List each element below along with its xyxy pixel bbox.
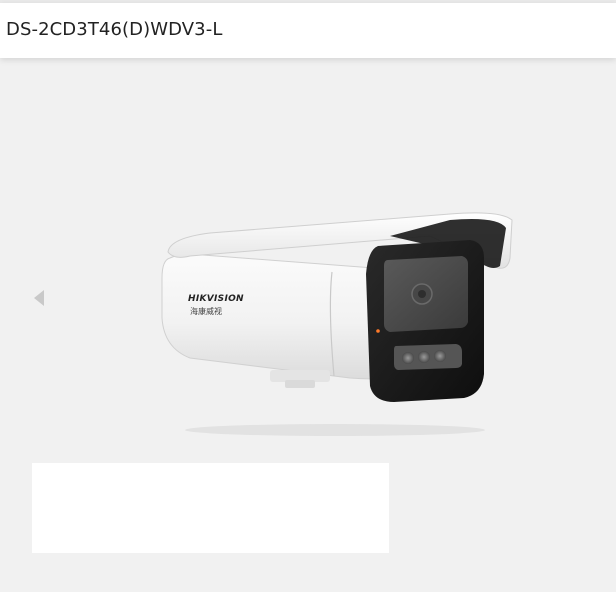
- page-title: DS-2CD3T46(D)WDV3-L: [6, 19, 223, 40]
- svg-text:海康威视: 海康威视: [190, 306, 222, 316]
- info-panel: [32, 463, 389, 553]
- product-image: HIKVISION 海康威视: [150, 198, 520, 448]
- chevron-left-icon[interactable]: [30, 283, 50, 313]
- svg-text:HIKVISION: HIKVISION: [188, 294, 244, 304]
- page-header: DS-2CD3T46(D)WDV3-L: [0, 3, 616, 58]
- product-gallery: HIKVISION 海康威视: [0, 58, 616, 592]
